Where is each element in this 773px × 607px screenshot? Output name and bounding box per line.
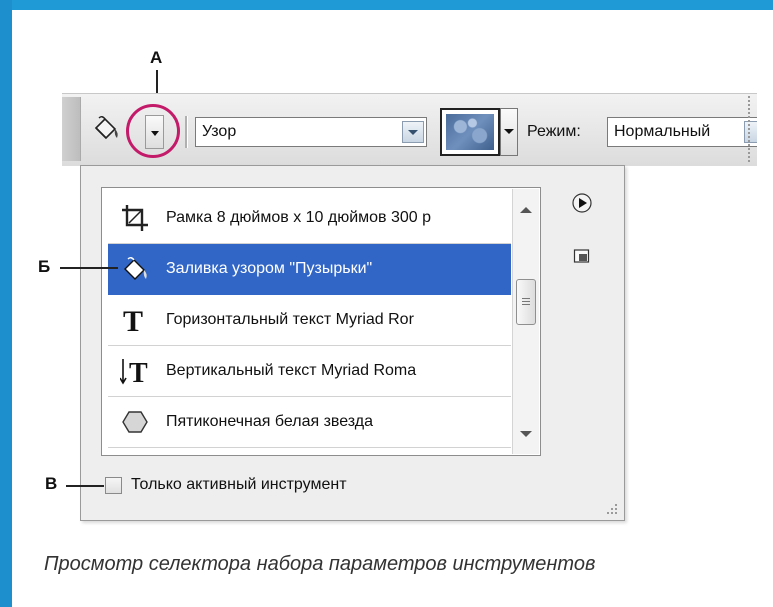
fill-source-value: Узор [202,123,237,140]
mode-label: Режим: [527,123,581,140]
bubbles-pattern-thumbnail [446,114,494,150]
new-preset-icon [573,249,590,263]
toolbar-separator [185,116,188,148]
preset-list-scrollbar[interactable] [512,189,539,454]
resize-grip-icon[interactable] [598,495,620,517]
list-item[interactable]: Пятиконечная белая звезда [108,397,511,448]
paint-bucket-icon[interactable] [90,112,122,144]
fill-source-dropdown-arrow[interactable] [402,121,424,143]
figure-caption: Просмотр селектора набора параметров инс… [44,553,596,575]
fill-source-select[interactable]: Узор [195,117,427,147]
paint-bucket-icon [120,254,150,284]
picker-menu-button[interactable] [572,193,592,213]
svg-text:T: T [123,305,143,335]
list-item-label: Рамка 8 дюймов x 10 дюймов 300 р [166,209,432,226]
list-item-label: Пятиконечная белая звезда [166,413,374,430]
new-preset-button[interactable] [573,248,591,264]
active-only-label: Только активный инструмент [131,476,347,493]
list-item[interactable]: T Горизонтальный текст Myriad Ror [108,295,511,346]
grip-line [522,298,530,299]
annotation-v-label: В [45,474,58,493]
svg-text:T: T [129,358,148,386]
options-bar-grip[interactable] [62,97,81,161]
active-only-checkbox[interactable] [105,477,122,494]
blend-mode-value: Нормальный [614,123,711,140]
scroll-thumb[interactable] [516,279,536,325]
grip-line [522,304,530,305]
annotation-a-label: А [150,48,163,67]
pattern-picker-dropdown[interactable] [500,108,518,156]
tool-preset-list: Рамка 8 дюймов x 10 дюймов 300 р Заливка… [101,187,541,456]
tool-preset-picker-button[interactable] [145,115,164,149]
vertical-type-icon: T [119,356,150,389]
list-item[interactable]: Заливка узором "Пузырьки" [108,244,511,295]
crop-icon [120,203,150,233]
list-item-label: Заливка узором "Пузырьки" [166,260,373,277]
chevron-down-icon [151,131,159,136]
play-arrow-icon [572,193,592,213]
annotation-b-line [60,267,118,269]
slide-frame-edge [0,0,12,607]
annotation-v-line [66,485,104,487]
grip-line [522,301,530,302]
list-item[interactable]: T Вертикальный текст Myriad Roma [108,346,511,397]
horizontal-type-icon: T [120,305,150,338]
list-item-label: Вертикальный текст Myriad Roma [166,362,417,379]
list-item[interactable]: Рамка 8 дюймов x 10 дюймов 300 р [108,193,511,244]
polygon-icon [120,407,150,437]
annotation-b-label: Б [38,257,51,276]
list-item-label: Горизонтальный текст Myriad Ror [166,311,414,328]
scroll-down-arrow-icon[interactable] [520,431,532,437]
blend-mode-select[interactable]: Нормальный [607,117,757,147]
options-bar-edge [748,96,752,162]
scroll-up-arrow-icon[interactable] [520,207,532,213]
pattern-swatch[interactable] [440,108,500,156]
